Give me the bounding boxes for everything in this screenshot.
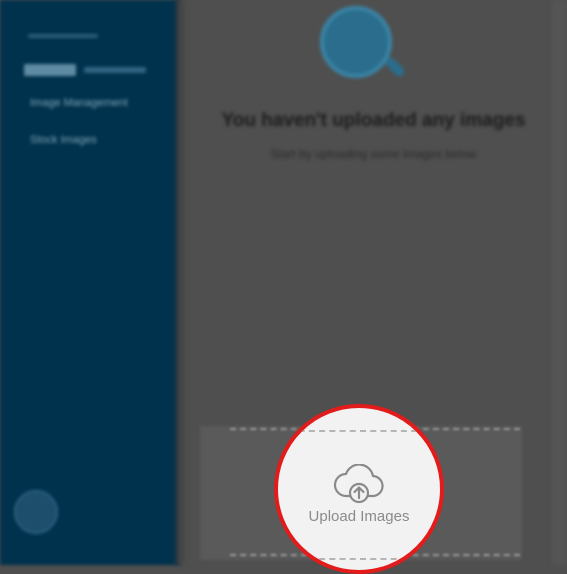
sidebar-item-stock-images[interactable]: Stock Images: [30, 134, 97, 146]
cloud-upload-icon: [333, 464, 384, 504]
avatar[interactable]: [14, 490, 58, 534]
app-logo[interactable]: [24, 60, 150, 80]
dropzone-border-bottom: [278, 558, 440, 560]
logo-mark: [24, 64, 76, 76]
magnifier-handle-icon: [383, 55, 407, 79]
sidebar-item-image-management[interactable]: Image Management: [30, 97, 128, 109]
empty-state-subtitle: Start by uploading some images below: [270, 147, 477, 161]
logo-tagline-bar: [28, 34, 98, 38]
search-empty-icon: [320, 6, 392, 78]
empty-state-title: You haven't uploaded any images: [221, 110, 526, 131]
upload-images-label: Upload Images: [308, 508, 410, 525]
upload-spotlight: Upload Images: [274, 404, 444, 574]
sidebar: Image Management Stock Images: [0, 0, 180, 565]
right-panel-edge: [552, 0, 567, 565]
upload-images-button[interactable]: Upload Images: [278, 464, 440, 544]
dropzone-border-top: [278, 430, 440, 432]
logo-wordmark: [84, 67, 146, 73]
